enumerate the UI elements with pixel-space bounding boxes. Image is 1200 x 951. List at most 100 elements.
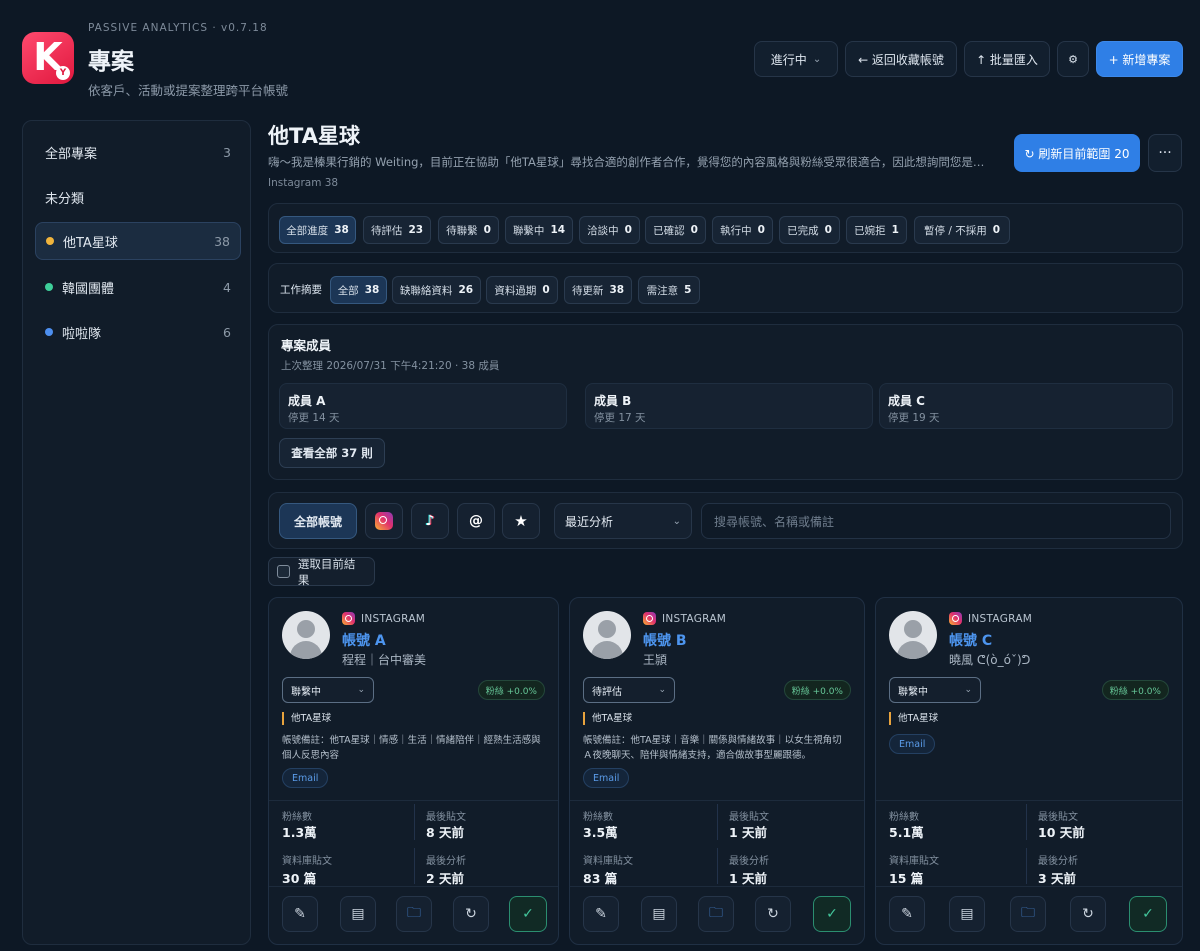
progress-chip[interactable]: 暫停 / 不採用 0 <box>914 216 1010 244</box>
select-current-results[interactable]: 選取目前結果 <box>268 557 375 587</box>
progress-chip[interactable]: 洽談中 0 <box>579 216 640 244</box>
notes-button[interactable]: ▤ <box>949 896 985 932</box>
status-select[interactable]: 進行中 ⌄ <box>754 41 838 77</box>
fans-growth-badge: 粉絲 +0.0% <box>783 680 851 700</box>
progress-chip[interactable]: 執行中 0 <box>712 216 773 244</box>
folder-icon: 🗀 <box>709 905 723 921</box>
sidebar-item-all-projects[interactable]: 全部專案 3 <box>35 133 241 171</box>
progress-chip[interactable]: 待評估 23 <box>363 216 431 244</box>
progress-chip[interactable]: 聯繫中 14 <box>505 216 573 244</box>
star-icon: ★ <box>514 512 528 530</box>
account-name-link[interactable]: 帳號 C <box>949 630 992 650</box>
sidebar-item-korean-group[interactable]: 韓國團體 4 <box>35 268 241 306</box>
folder-button[interactable]: 🗀 <box>698 896 734 932</box>
pencil-icon: ✎ <box>901 906 913 922</box>
edit-button[interactable]: ✎ <box>282 896 318 932</box>
back-to-favorites-button[interactable]: ← 返回收藏帳號 <box>845 41 957 77</box>
chevron-down-icon: ⌄ <box>812 53 822 65</box>
progress-chip[interactable]: 待聯繫 0 <box>438 216 499 244</box>
account-name-link[interactable]: 帳號 B <box>643 630 687 650</box>
email-chip[interactable]: Email <box>583 768 630 788</box>
member-card[interactable]: 成員 B 停更 17 天 <box>585 383 873 429</box>
instagram-filter-button[interactable] <box>365 503 403 539</box>
folder-button[interactable]: 🗀 <box>396 896 432 932</box>
avatar <box>889 611 937 659</box>
progress-chip[interactable]: 已完成 0 <box>779 216 840 244</box>
project-tag: 他TA星球 <box>583 712 632 725</box>
notes-icon: ▤ <box>960 906 974 922</box>
refresh-button[interactable]: ↻ <box>755 896 791 932</box>
confirm-button[interactable]: ✓ <box>1129 896 1167 932</box>
edit-button[interactable]: ✎ <box>889 896 925 932</box>
status-dot <box>45 328 53 336</box>
summary-chip-all[interactable]: 全部 38 <box>330 276 387 304</box>
email-chip[interactable]: Email <box>889 734 936 754</box>
summary-chip[interactable]: 缺聯絡資料 26 <box>392 276 481 304</box>
account-card: INSTAGRAM 帳號 C 曉風 ᕦ(ò_óˇ)ᕤ 聯繫中 ⌄ 粉絲 +0.0%… <box>875 597 1183 945</box>
tiktok-filter-button[interactable]: ♪ <box>411 503 449 539</box>
sort-select[interactable]: 最近分析 ⌄ <box>554 503 692 539</box>
account-display-name: 王頴 <box>643 653 668 667</box>
refresh-button[interactable]: ↻ <box>453 896 489 932</box>
refresh-icon: ↻ <box>1082 906 1094 922</box>
settings-button[interactable]: ⚙ <box>1057 41 1089 77</box>
all-accounts-button[interactable]: 全部帳號 <box>279 503 357 539</box>
sidebar-item-uncategorized[interactable]: 未分類 <box>35 178 241 216</box>
member-card[interactable]: 成員 A 停更 14 天 <box>279 383 567 429</box>
summary-chip[interactable]: 需注意 5 <box>638 276 700 304</box>
status-select[interactable]: 聯繫中 ⌄ <box>282 677 374 703</box>
refresh-button[interactable]: ↻ <box>1070 896 1106 932</box>
refresh-scope-button[interactable]: ↻ 刷新目前範圍 20 <box>1014 134 1140 172</box>
account-display-name: 程程｜台中審美 <box>342 653 427 667</box>
confirm-button[interactable]: ✓ <box>509 896 547 932</box>
project-members-panel: 專案成員 上次整理 2026/07/31 下午4:21:20 · 38 成員 成… <box>268 324 1183 480</box>
refresh-icon: ↻ <box>767 906 779 922</box>
page-title: 專案 <box>88 49 134 75</box>
project-tag: 他TA星球 <box>282 712 331 725</box>
new-project-button[interactable]: + 新增專案 <box>1096 41 1183 77</box>
chevron-down-icon: ⌄ <box>357 685 365 695</box>
pencil-icon: ✎ <box>595 906 607 922</box>
summary-chip[interactable]: 資料過期 0 <box>486 276 558 304</box>
sidebar-item-ta-planet[interactable]: 他TA星球 38 <box>35 222 241 260</box>
account-search-input[interactable]: 搜尋帳號、名稱或備註 <box>701 503 1171 539</box>
status-select[interactable]: 待評估 ⌄ <box>583 677 675 703</box>
progress-chip-all[interactable]: 全部進度 38 <box>279 216 356 244</box>
avatar <box>282 611 330 659</box>
checkbox[interactable] <box>277 565 290 578</box>
bulk-import-button[interactable]: ↑ 批量匯入 <box>964 41 1050 77</box>
summary-chip[interactable]: 待更新 38 <box>564 276 632 304</box>
notes-button[interactable]: ▤ <box>340 896 376 932</box>
chevron-down-icon: ⌄ <box>964 685 972 695</box>
threads-filter-button[interactable]: @ <box>457 503 495 539</box>
view-all-members-button[interactable]: 查看全部 37 則 <box>279 438 385 468</box>
platform-label: INSTAGRAM <box>949 612 1032 625</box>
sidebar-item-cheer-team[interactable]: 啦啦隊 6 <box>35 313 241 351</box>
page-subtitle: 依客戶、活動或提案整理跨平台帳號 <box>88 83 289 98</box>
email-chip[interactable]: Email <box>282 768 329 788</box>
progress-chip[interactable]: 已確認 0 <box>645 216 706 244</box>
project-description: 嗨～我是榛果行銷的 Weiting，目前正在協助「他TA星球」尋找合適的創作者合… <box>268 155 985 169</box>
more-options-button[interactable]: ··· <box>1148 134 1182 172</box>
status-select[interactable]: 聯繫中 ⌄ <box>889 677 981 703</box>
account-name-link[interactable]: 帳號 A <box>342 630 386 650</box>
confirm-button[interactable]: ✓ <box>813 896 851 932</box>
platform-label: INSTAGRAM <box>643 612 726 625</box>
folder-button[interactable]: 🗀 <box>1010 896 1046 932</box>
fans-growth-badge: 粉絲 +0.0% <box>1101 680 1169 700</box>
favorites-filter-button[interactable]: ★ <box>502 503 540 539</box>
notes-button[interactable]: ▤ <box>641 896 677 932</box>
project-tag: 他TA星球 <box>889 712 938 725</box>
check-icon: ✓ <box>826 906 838 922</box>
progress-chip[interactable]: 已婉拒 1 <box>846 216 907 244</box>
platform-label: INSTAGRAM <box>342 612 425 625</box>
gear-icon: ⚙ <box>1068 52 1078 66</box>
account-card: INSTAGRAM 帳號 A 程程｜台中審美 聯繫中 ⌄ 粉絲 +0.0% 他TA… <box>268 597 559 945</box>
account-note: 帳號備註：他TA星球｜音樂｜關係與情緒故事｜以女生視角切Ａ夜晚聊天、陪伴與情緒支… <box>583 735 842 761</box>
notes-icon: ▤ <box>652 906 666 922</box>
member-card[interactable]: 成員 C 停更 19 天 <box>879 383 1173 429</box>
edit-button[interactable]: ✎ <box>583 896 619 932</box>
work-summary-label: 工作摘要 <box>280 284 322 296</box>
chevron-down-icon: ⌄ <box>658 685 666 695</box>
instagram-icon <box>342 612 355 625</box>
